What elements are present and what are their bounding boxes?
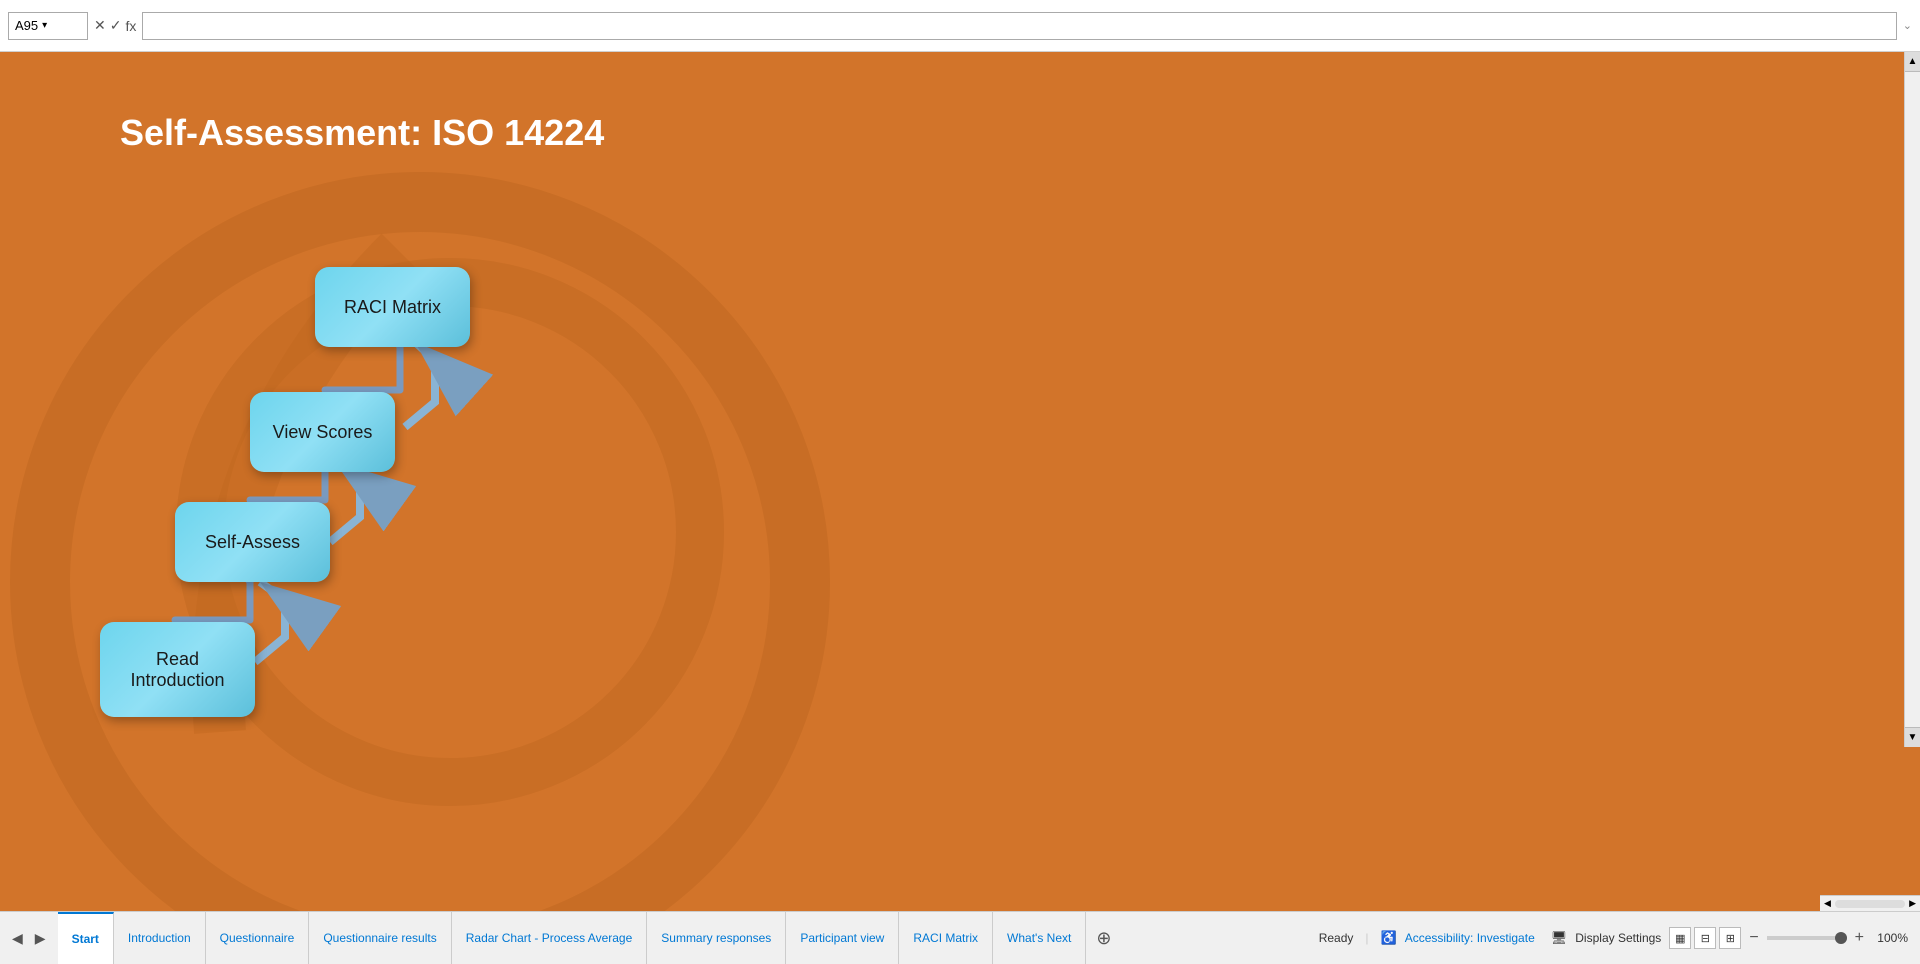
main-content-area: Self-Assessment: ISO 14224 ReadIntroduct…: [0, 52, 1920, 911]
cell-reference-box[interactable]: A95 ▾: [8, 12, 88, 40]
nav-next-sheet[interactable]: ▶: [35, 930, 46, 947]
page-title: Self-Assessment: ISO 14224: [120, 112, 604, 154]
view-mode-buttons: ▦ ⊟ ⊞: [1669, 927, 1741, 949]
accessibility-label[interactable]: Accessibility: Investigate: [1405, 931, 1535, 945]
ready-status: Ready: [1319, 931, 1354, 945]
collapse-bar-icon[interactable]: ⌄: [1903, 19, 1912, 32]
cancel-icon[interactable]: ✕: [94, 17, 106, 34]
confirm-icon[interactable]: ✓: [110, 17, 122, 34]
tab-introduction[interactable]: Introduction: [114, 912, 206, 964]
read-introduction-label: ReadIntroduction: [130, 649, 224, 691]
raci-matrix-label: RACI Matrix: [344, 297, 441, 318]
scroll-right-button[interactable]: ▶: [1909, 898, 1916, 909]
tab-whats-next[interactable]: What's Next: [993, 912, 1086, 964]
cell-ref-value: A95: [15, 18, 38, 33]
accessibility-icon: ♿: [1381, 930, 1397, 946]
read-introduction-button[interactable]: ReadIntroduction: [100, 622, 255, 717]
tab-summary-responses[interactable]: Summary responses: [647, 912, 786, 964]
tab-start[interactable]: Start: [58, 912, 114, 964]
status-left-section: ◀ ▶: [0, 930, 58, 947]
zoom-level: 100%: [1872, 931, 1908, 945]
nav-prev-sheet[interactable]: ◀: [12, 930, 23, 947]
page-break-button[interactable]: ⊞: [1719, 927, 1741, 949]
cell-ref-dropdown[interactable]: ▾: [42, 20, 47, 31]
sheet-tabs-container: Start Introduction Questionnaire Questio…: [58, 912, 1307, 964]
tab-questionnaire[interactable]: Questionnaire: [206, 912, 310, 964]
scroll-thumb[interactable]: [1835, 900, 1905, 908]
display-settings-icon: 🖥: [1551, 930, 1568, 946]
vertical-scrollbar[interactable]: ▲ ▼: [1904, 52, 1920, 747]
scroll-up-button[interactable]: ▲: [1905, 52, 1920, 72]
tab-radar-chart[interactable]: Radar Chart - Process Average: [452, 912, 648, 964]
zoom-minus[interactable]: −: [1749, 929, 1758, 947]
excel-formula-bar: A95 ▾ ✕ ✓ fx ⌄: [0, 0, 1920, 52]
tab-questionnaire-results[interactable]: Questionnaire results: [309, 912, 451, 964]
formula-dividers: ✕ ✓ fx: [94, 17, 136, 34]
horizontal-scrollbar[interactable]: ◀ ▶: [1820, 895, 1920, 911]
view-scores-label: View Scores: [273, 422, 373, 443]
formula-bar-input[interactable]: [142, 12, 1896, 40]
self-assess-button[interactable]: Self-Assess: [175, 502, 330, 582]
tab-participant-view[interactable]: Participant view: [786, 912, 899, 964]
status-right-section: Ready | ♿ Accessibility: Investigate 🖥 D…: [1307, 927, 1920, 949]
self-assess-label: Self-Assess: [205, 532, 300, 553]
status-bar: ◀ ▶ Start Introduction Questionnaire Que…: [0, 911, 1920, 964]
normal-view-button[interactable]: ▦: [1669, 927, 1691, 949]
add-sheet-button[interactable]: ⊕: [1086, 928, 1121, 949]
zoom-plus[interactable]: +: [1855, 929, 1864, 947]
scroll-down-button[interactable]: ▼: [1905, 727, 1920, 747]
raci-matrix-button[interactable]: RACI Matrix: [315, 267, 470, 347]
view-scores-button[interactable]: View Scores: [250, 392, 395, 472]
function-icon[interactable]: fx: [125, 18, 136, 34]
tab-raci-matrix[interactable]: RACI Matrix: [899, 912, 993, 964]
display-settings-label[interactable]: Display Settings: [1575, 931, 1661, 945]
page-layout-button[interactable]: ⊟: [1694, 927, 1716, 949]
scroll-left-button[interactable]: ◀: [1824, 898, 1831, 909]
zoom-slider[interactable]: [1767, 936, 1847, 940]
